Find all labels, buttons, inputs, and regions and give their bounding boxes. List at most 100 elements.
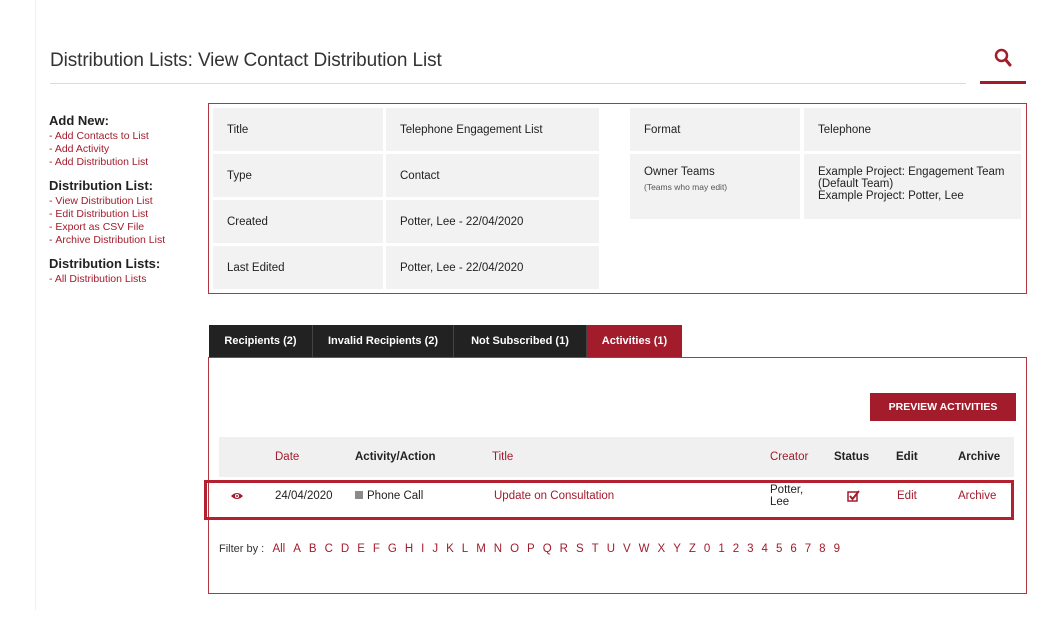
sidebar-item-archive-list[interactable]: - Archive Distribution List <box>49 234 199 247</box>
filter-option[interactable]: Q <box>543 543 552 555</box>
filter-option[interactable]: 2 <box>733 543 739 555</box>
sidebar-heading-distribution-list: Distribution List: <box>49 178 153 193</box>
sidebar-item-edit-list[interactable]: - Edit Distribution List <box>49 208 199 221</box>
filter-option[interactable]: C <box>325 543 333 555</box>
owner-teams-label-cell: Owner Teams (Teams who may edit) <box>630 154 800 219</box>
filter-option[interactable]: 4 <box>762 543 768 555</box>
page-title: Distribution Lists: View Contact Distrib… <box>50 50 442 71</box>
sidebar: Add New: - Add Contacts to List - Add Ac… <box>49 113 199 295</box>
sidebar-item-add-activity[interactable]: - Add Activity <box>49 143 199 156</box>
creator-line: Lee <box>770 496 790 508</box>
filter-option[interactable]: D <box>341 543 349 555</box>
activities-table-header: Date Activity/Action Title Creator Statu… <box>219 437 1014 477</box>
sidebar-item-export-csv[interactable]: - Export as CSV File <box>49 221 199 234</box>
filter-option[interactable]: G <box>388 543 397 555</box>
filter-option[interactable]: O <box>510 543 519 555</box>
page-header: Distribution Lists: View Contact Distrib… <box>50 50 980 80</box>
sidebar-item-add-contacts[interactable]: - Add Contacts to List <box>49 130 199 143</box>
column-title[interactable]: Title <box>492 437 513 477</box>
sidebar-item-label: View Distribution List <box>55 195 153 207</box>
tab-recipients[interactable]: Recipients (2) <box>209 325 313 357</box>
owner-team-line: Example Project: Engagement Team <box>818 166 1005 178</box>
row-archive-link[interactable]: Archive <box>958 490 996 502</box>
filter-option[interactable]: M <box>476 543 486 555</box>
preview-activities-button[interactable]: PREVIEW ACTIVITIES <box>870 393 1016 421</box>
sidebar-heading-distribution-lists: Distribution Lists: <box>49 256 161 271</box>
tab-invalid-recipients[interactable]: Invalid Recipients (2) <box>313 325 454 357</box>
view-eye-icon[interactable] <box>230 491 244 504</box>
filter-option[interactable]: 9 <box>834 543 840 555</box>
sidebar-item-label: Add Activity <box>54 143 110 155</box>
row-edit-link[interactable]: Edit <box>897 490 917 502</box>
row-title[interactable]: Update on Consultation <box>494 490 614 502</box>
filter-option[interactable]: Z <box>689 543 696 555</box>
row-activity-cell: Phone Call <box>355 490 423 502</box>
owner-teams-sublabel: (Teams who may edit) <box>644 182 728 192</box>
column-status: Status <box>834 451 870 463</box>
search-button[interactable] <box>980 44 1026 84</box>
tab-not-subscribed[interactable]: Not Subscribed (1) <box>454 325 587 357</box>
filter-option[interactable]: E <box>357 543 365 555</box>
details-box: Title Telephone Engagement List Type Con… <box>208 103 1027 294</box>
filter-label: Filter by : <box>219 543 265 555</box>
sidebar-item-label: Add Distribution List <box>54 156 149 168</box>
filter-option[interactable]: U <box>607 543 615 555</box>
filter-option[interactable]: N <box>494 543 502 555</box>
filter-option[interactable]: P <box>527 543 535 555</box>
filter-option[interactable]: F <box>373 543 380 555</box>
row-creator: Potter, Lee <box>770 484 803 508</box>
column-date[interactable]: Date <box>275 437 299 477</box>
owner-teams-value-cell: Example Project: Engagement Team (Defaul… <box>804 154 1021 219</box>
tab-activities[interactable]: Activities (1) <box>587 325 682 357</box>
filter-option[interactable]: J <box>432 543 438 555</box>
filter-option[interactable]: R <box>560 543 568 555</box>
created-value: Potter, Lee - 22/04/2020 <box>386 200 599 243</box>
filter-option[interactable]: 0 <box>704 543 710 555</box>
sidebar-item-label: All Distribution Lists <box>54 273 147 285</box>
filter-option[interactable]: All <box>272 543 285 555</box>
created-label: Created <box>213 200 383 243</box>
header-divider <box>50 83 966 84</box>
filter-option[interactable]: B <box>309 543 317 555</box>
sidebar-item-all-lists[interactable]: - All Distribution Lists <box>49 273 199 286</box>
sidebar-item-view-list[interactable]: - View Distribution List <box>49 195 199 208</box>
left-border-line <box>35 0 36 610</box>
filter-option[interactable]: 3 <box>747 543 753 555</box>
filter-option[interactable]: 1 <box>718 543 724 555</box>
sidebar-item-add-distribution-list[interactable]: - Add Distribution List <box>49 156 199 169</box>
phone-call-square-icon <box>355 491 363 499</box>
row-date: 24/04/2020 <box>275 490 333 502</box>
type-label: Type <box>213 154 383 197</box>
column-creator[interactable]: Creator <box>770 437 808 477</box>
column-edit: Edit <box>896 451 918 463</box>
owner-team-line: Example Project: Potter, Lee <box>818 190 964 202</box>
filter-option[interactable]: S <box>576 543 584 555</box>
sidebar-heading-add-new: Add New: <box>49 113 109 128</box>
filter-option[interactable]: X <box>658 543 666 555</box>
filter-option[interactable]: 7 <box>805 543 811 555</box>
filter-bar: Filter by : All A B C D E F G H I J K L M N O P Q R S T U V W X Y… <box>219 543 848 555</box>
format-value: Telephone <box>804 108 1021 151</box>
type-value: Contact <box>386 154 599 197</box>
filter-option[interactable]: 6 <box>790 543 796 555</box>
format-label: Format <box>630 108 800 151</box>
row-activity: Phone Call <box>367 490 424 502</box>
filter-option[interactable]: 8 <box>819 543 825 555</box>
filter-option[interactable]: L <box>462 543 468 555</box>
filter-option[interactable]: V <box>623 543 631 555</box>
sidebar-distribution-list-list: - View Distribution List - Edit Distribu… <box>49 195 199 247</box>
status-check-icon <box>847 490 860 505</box>
sidebar-distribution-lists-list: - All Distribution Lists <box>49 273 199 286</box>
filter-option[interactable]: W <box>639 543 650 555</box>
filter-option[interactable]: Y <box>673 543 681 555</box>
sidebar-item-label: Archive Distribution List <box>55 234 166 246</box>
filter-option[interactable]: I <box>421 543 424 555</box>
search-underline <box>980 81 1026 84</box>
filter-option[interactable]: T <box>592 543 599 555</box>
owner-teams-label: Owner Teams <box>644 166 715 178</box>
last-edited-value: Potter, Lee - 22/04/2020 <box>386 246 599 289</box>
filter-option[interactable]: A <box>293 543 301 555</box>
filter-option[interactable]: H <box>405 543 413 555</box>
filter-option[interactable]: K <box>446 543 454 555</box>
filter-option[interactable]: 5 <box>776 543 782 555</box>
